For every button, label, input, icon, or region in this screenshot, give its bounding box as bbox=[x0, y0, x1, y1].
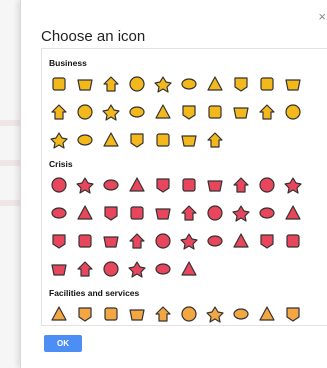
ok-button[interactable]: OK bbox=[44, 335, 82, 352]
icon-categories: Business Crisis Facilities and services bbox=[42, 49, 324, 324]
background-highlight bbox=[0, 120, 20, 126]
coffee-cup-icon[interactable] bbox=[75, 74, 95, 94]
star-icon[interactable] bbox=[283, 304, 303, 324]
volcano-icon[interactable] bbox=[75, 231, 95, 251]
bug-icon[interactable] bbox=[283, 203, 303, 223]
dollar-icon[interactable] bbox=[49, 130, 69, 150]
target-icon[interactable] bbox=[101, 203, 121, 223]
ticket-icon[interactable] bbox=[283, 74, 303, 94]
warning-icon[interactable] bbox=[127, 175, 147, 195]
car-crash-icon[interactable] bbox=[231, 231, 251, 251]
home-icon[interactable] bbox=[153, 102, 173, 122]
close-icon[interactable]: × bbox=[318, 10, 326, 23]
shopping-cart-icon[interactable] bbox=[257, 74, 277, 94]
virus-icon[interactable] bbox=[257, 203, 277, 223]
restaurant-icon[interactable] bbox=[49, 74, 69, 94]
flower-icon[interactable] bbox=[75, 102, 95, 122]
house-service-icon[interactable] bbox=[101, 304, 121, 324]
gas-station-icon[interactable] bbox=[231, 102, 251, 122]
tornado-small-icon[interactable] bbox=[49, 259, 69, 279]
fire-icon[interactable] bbox=[153, 175, 173, 195]
dialog-title: Choose an icon bbox=[41, 28, 146, 45]
icon-grid bbox=[49, 74, 324, 150]
euro-icon[interactable] bbox=[75, 130, 95, 150]
background-highlight bbox=[0, 200, 20, 206]
tornado-icon[interactable] bbox=[283, 231, 303, 251]
wrench-service-icon[interactable] bbox=[153, 304, 173, 324]
helmet-icon[interactable] bbox=[205, 231, 225, 251]
music-note-icon[interactable] bbox=[127, 102, 147, 122]
cocktail-icon[interactable] bbox=[101, 74, 121, 94]
tsunami-icon[interactable] bbox=[127, 231, 147, 251]
category-label: Business bbox=[49, 58, 87, 68]
skull-icon[interactable] bbox=[283, 175, 303, 195]
faucet-icon[interactable] bbox=[49, 175, 69, 195]
hand-icon[interactable] bbox=[153, 74, 173, 94]
film-icon[interactable] bbox=[205, 74, 225, 94]
plus-icon[interactable] bbox=[205, 304, 225, 324]
house-icon[interactable] bbox=[257, 102, 277, 122]
thumb-icon[interactable] bbox=[231, 74, 251, 94]
radiation-icon[interactable] bbox=[153, 231, 173, 251]
recycle-icon[interactable] bbox=[49, 304, 69, 324]
gift-icon[interactable] bbox=[101, 102, 121, 122]
biohazard-icon[interactable] bbox=[101, 175, 121, 195]
category-label: Crisis bbox=[49, 159, 73, 169]
camera-icon[interactable] bbox=[153, 130, 173, 150]
truck-icon[interactable] bbox=[127, 259, 147, 279]
flag-icon[interactable] bbox=[75, 304, 95, 324]
cyclone-icon[interactable] bbox=[205, 203, 225, 223]
briefcase-icon[interactable] bbox=[179, 74, 199, 94]
drop-icon[interactable] bbox=[257, 175, 277, 195]
bed-icon[interactable] bbox=[127, 130, 147, 150]
parking-icon[interactable] bbox=[231, 304, 251, 324]
flood-icon[interactable] bbox=[179, 203, 199, 223]
landslide-icon[interactable] bbox=[179, 259, 199, 279]
help-icon[interactable] bbox=[127, 304, 147, 324]
category-label: Facilities and services bbox=[49, 288, 140, 298]
gas-mask-icon[interactable] bbox=[179, 231, 199, 251]
heart-icon[interactable] bbox=[49, 102, 69, 122]
wave-icon[interactable] bbox=[75, 259, 95, 279]
shipwreck-icon[interactable] bbox=[153, 203, 173, 223]
monitor-icon[interactable] bbox=[179, 102, 199, 122]
heart-pulse-icon[interactable] bbox=[49, 203, 69, 223]
thumbs-up-icon[interactable] bbox=[127, 74, 147, 94]
yen-icon[interactable] bbox=[101, 130, 121, 150]
thermometer-icon[interactable] bbox=[257, 231, 277, 251]
snow-icon[interactable] bbox=[101, 259, 121, 279]
paw-icon[interactable] bbox=[75, 175, 95, 195]
person-icon[interactable] bbox=[101, 231, 121, 251]
megaphone-icon[interactable] bbox=[179, 175, 199, 195]
wrench-icon[interactable] bbox=[205, 102, 225, 122]
plane-crash-icon[interactable] bbox=[49, 231, 69, 251]
icon-grid bbox=[49, 304, 324, 324]
explosion-icon[interactable] bbox=[127, 203, 147, 223]
hurricane-icon[interactable] bbox=[231, 203, 251, 223]
icon-grid bbox=[49, 175, 324, 279]
icon-picker-dialog: × Choose an icon Business Crisis Facilitie… bbox=[20, 0, 327, 368]
storm-icon[interactable] bbox=[231, 175, 251, 195]
wind-icon[interactable] bbox=[153, 259, 173, 279]
icon-list[interactable]: Business Crisis Facilities and services bbox=[41, 48, 327, 326]
background-highlight bbox=[0, 160, 20, 166]
lightning-icon[interactable] bbox=[75, 203, 95, 223]
info-icon[interactable] bbox=[179, 304, 199, 324]
video-camera-icon[interactable] bbox=[205, 130, 225, 150]
mail-icon[interactable] bbox=[179, 130, 199, 150]
scissors-icon[interactable] bbox=[283, 102, 303, 122]
phone-icon[interactable] bbox=[257, 304, 277, 324]
gun-icon[interactable] bbox=[205, 175, 225, 195]
